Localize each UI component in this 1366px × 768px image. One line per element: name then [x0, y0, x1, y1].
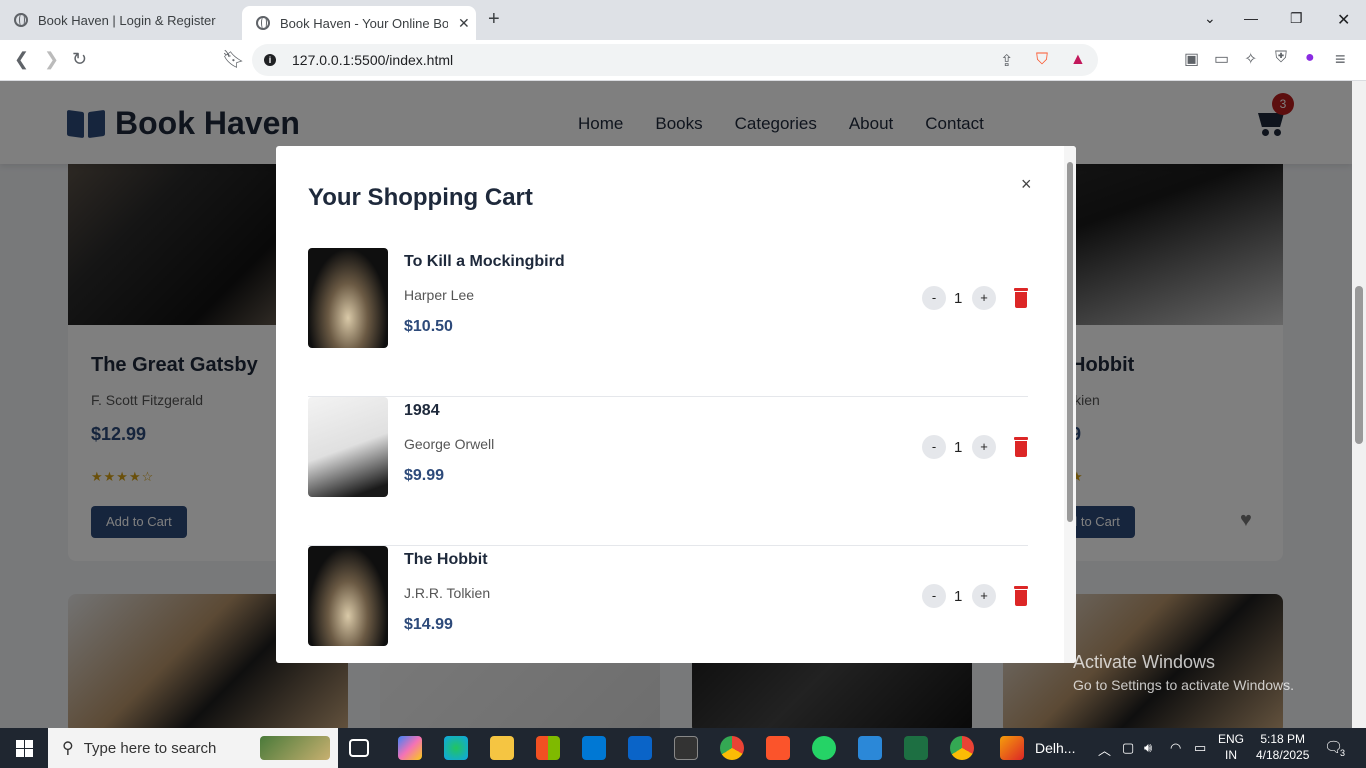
microsoft-store-icon[interactable]: [536, 736, 560, 760]
minimize-icon[interactable]: —: [1244, 10, 1258, 26]
item-quantity: 1: [954, 439, 963, 456]
cart-item: 1984 George Orwell $9.99 - 1 +: [308, 397, 1028, 546]
trash-icon[interactable]: [1014, 586, 1028, 606]
weather-text[interactable]: Delh...: [1035, 740, 1075, 756]
notification-count: 3: [1340, 748, 1346, 758]
item-name: To Kill a Mockingbird: [404, 253, 565, 270]
book-thumbnail: [308, 248, 388, 348]
url-text: 127.0.0.1:5500/index.html: [292, 52, 454, 68]
item-quantity: 1: [954, 588, 963, 605]
increase-qty-button[interactable]: +: [972, 435, 996, 459]
search-placeholder: Type here to search: [83, 739, 217, 757]
item-author: Harper Lee: [404, 287, 475, 303]
item-name: 1984: [404, 402, 440, 419]
item-price: $14.99: [404, 616, 453, 633]
battery-icon[interactable]: ▭: [1194, 740, 1206, 756]
language-code: ENG: [1218, 732, 1245, 746]
restore-icon[interactable]: ❐: [1290, 10, 1303, 27]
item-author: J.R.R. Tolkien: [404, 585, 491, 601]
share-icon[interactable]: ⇪: [1000, 51, 1013, 71]
chrome-icon[interactable]: [950, 736, 974, 760]
globe-icon: [256, 16, 270, 30]
brave-rewards-icon[interactable]: ▲: [1070, 51, 1086, 69]
region-code: IN: [1225, 748, 1237, 762]
book-thumbnail: [308, 546, 388, 646]
address-bar[interactable]: i 127.0.0.1:5500/index.html ⇪ ⛉ ▲: [252, 44, 1098, 76]
edge-icon[interactable]: [444, 736, 468, 760]
tab-bar: Book Haven | Login & Register Book Haven…: [0, 0, 1366, 40]
wallet-icon[interactable]: ▭: [1214, 49, 1229, 69]
tab-login[interactable]: Book Haven | Login & Register: [0, 0, 240, 40]
item-author: George Orwell: [404, 436, 495, 452]
search-icon: ⚲: [62, 740, 74, 757]
cart-item: To Kill a Mockingbird Harper Lee $10.50 …: [308, 248, 1028, 397]
windows-start-icon[interactable]: [16, 740, 33, 757]
search-highlight-image: [260, 736, 330, 760]
item-name: The Hobbit: [404, 551, 488, 568]
trash-icon[interactable]: [1014, 288, 1028, 308]
chrome-icon[interactable]: [720, 736, 744, 760]
language-indicator[interactable]: ENG IN: [1218, 731, 1244, 763]
watermark-line2: Go to Settings to activate Windows.: [1073, 677, 1294, 693]
leo-ai-icon[interactable]: ✧: [1244, 49, 1257, 69]
item-quantity: 1: [954, 290, 963, 307]
terminal-icon[interactable]: [674, 736, 698, 760]
file-explorer-icon[interactable]: [490, 736, 514, 760]
decrease-qty-button[interactable]: -: [922, 435, 946, 459]
item-price: $9.99: [404, 467, 445, 484]
tab-search-icon[interactable]: ⌄: [1204, 10, 1216, 27]
volume-icon[interactable]: 🔊︎: [1144, 740, 1152, 756]
watermark-line1: Activate Windows: [1073, 652, 1216, 672]
date: 4/18/2025: [1256, 748, 1310, 762]
meet-now-icon[interactable]: ▢: [1122, 740, 1134, 756]
windows-taskbar: ⚲ Type here to search Delh... ︿ ▢ 🔊︎ ◠ ▭…: [0, 728, 1366, 768]
clock[interactable]: 5:18 PM 4/18/2025: [1256, 731, 1309, 763]
vscode-icon[interactable]: [582, 736, 606, 760]
increase-qty-button[interactable]: +: [972, 584, 996, 608]
site-info-icon[interactable]: i: [264, 54, 276, 66]
tab-title: Book Haven - Your Online Bookstore: [280, 15, 448, 31]
app-icon[interactable]: [858, 736, 882, 760]
profile-icon[interactable]: ●: [1305, 49, 1315, 67]
book-thumbnail: [308, 397, 388, 497]
whatsapp-icon[interactable]: [812, 736, 836, 760]
globe-icon: [14, 13, 28, 27]
back-icon[interactable]: ❮: [14, 49, 29, 70]
decrease-qty-button[interactable]: -: [922, 584, 946, 608]
task-view-icon[interactable]: [349, 739, 369, 757]
brave-icon[interactable]: [766, 736, 790, 760]
sidebar-icon[interactable]: ▣: [1184, 49, 1199, 69]
cart-item: The Hobbit J.R.R. Tolkien $14.99 - 1 +: [308, 546, 1028, 663]
outlook-icon[interactable]: [628, 736, 652, 760]
forward-icon[interactable]: ❯: [44, 49, 59, 70]
reload-icon[interactable]: ↻: [72, 49, 87, 70]
tab-bookhaven[interactable]: Book Haven - Your Online Bookstore ✕: [242, 6, 476, 40]
close-icon[interactable]: ×: [1021, 174, 1032, 195]
close-window-icon[interactable]: ✕: [1337, 10, 1350, 30]
decrease-qty-button[interactable]: -: [922, 286, 946, 310]
page-scrollbar[interactable]: [1352, 81, 1366, 728]
excel-icon[interactable]: [904, 736, 928, 760]
wifi-icon[interactable]: ◠: [1170, 740, 1181, 756]
cart-modal: Your Shopping Cart × To Kill a Mockingbi…: [276, 146, 1076, 663]
bookmark-icon[interactable]: 🔖︎: [222, 49, 245, 70]
modal-scrollbar[interactable]: [1064, 146, 1076, 663]
trash-icon[interactable]: [1014, 437, 1028, 457]
copilot-icon[interactable]: [398, 736, 422, 760]
new-tab-icon[interactable]: +: [488, 8, 500, 31]
brave-shield-icon[interactable]: ⛉: [1036, 51, 1048, 69]
browser-toolbar: ❮ ❯ ↻ 🔖︎ i 127.0.0.1:5500/index.html ⇪ ⛉…: [0, 40, 1366, 81]
weather-icon: [1000, 736, 1024, 760]
menu-icon[interactable]: ≡: [1335, 49, 1346, 70]
chevron-up-icon[interactable]: ︿: [1098, 740, 1111, 759]
tab-title: Book Haven | Login & Register: [38, 12, 216, 28]
activate-windows-watermark: Activate Windows Go to Settings to activ…: [1073, 652, 1294, 693]
item-price: $10.50: [404, 318, 453, 335]
time: 5:18 PM: [1260, 732, 1306, 746]
web-page: Book Haven Home Books Categories About C…: [0, 81, 1352, 728]
increase-qty-button[interactable]: +: [972, 286, 996, 310]
cart-title: Your Shopping Cart: [308, 184, 533, 211]
vpn-icon[interactable]: ⛨: [1275, 49, 1287, 67]
close-tab-icon[interactable]: ✕: [458, 15, 470, 32]
